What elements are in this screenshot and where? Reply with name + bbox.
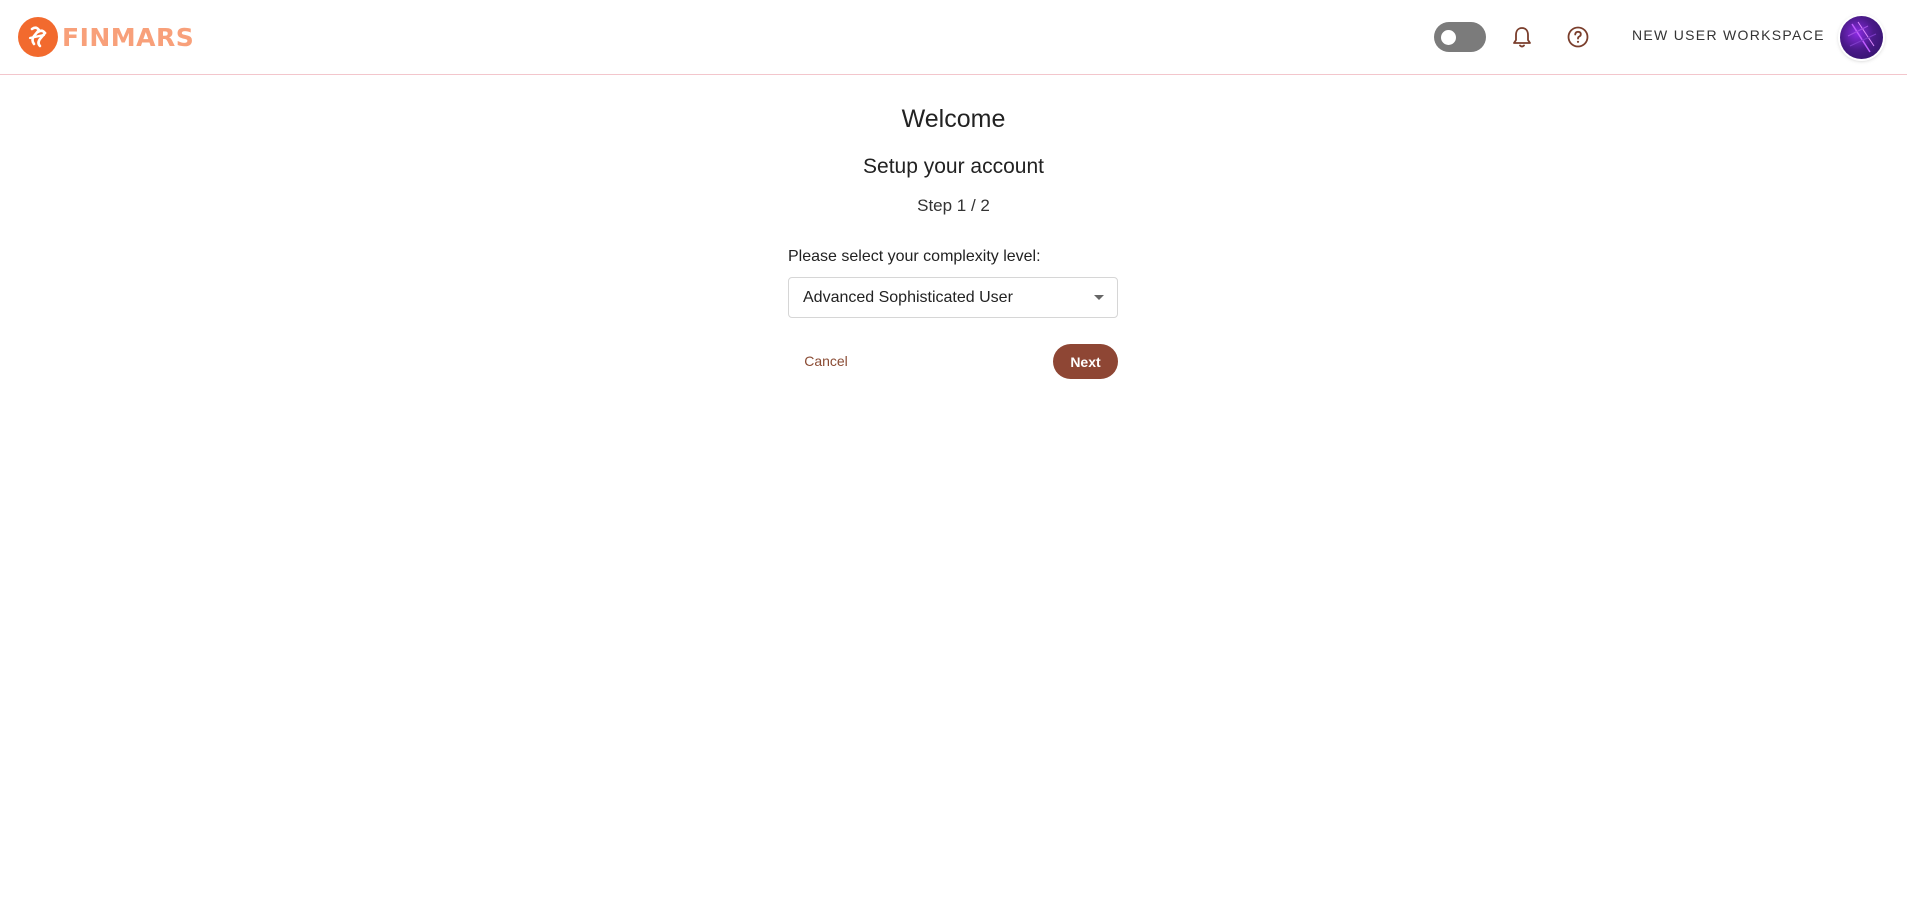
help-icon <box>1567 26 1589 48</box>
logo-icon <box>18 17 58 57</box>
toggle-knob <box>1441 30 1456 45</box>
complexity-select[interactable]: Advanced Sophisticated User <box>788 277 1118 318</box>
chevron-down-icon <box>1094 295 1104 300</box>
workspace-selector[interactable]: NEW USER WORKSPACE <box>1632 27 1825 43</box>
bell-icon <box>1513 27 1531 48</box>
complexity-select-value: Advanced Sophisticated User <box>803 289 1013 306</box>
next-button[interactable]: Next <box>1053 344 1118 379</box>
complexity-label: Please select your complexity level: <box>788 248 1041 265</box>
logo-text: FINMARS <box>62 22 195 52</box>
user-avatar[interactable] <box>1840 16 1883 59</box>
setup-subtitle: Setup your account <box>863 155 1044 178</box>
welcome-heading: Welcome <box>901 105 1006 133</box>
help-button[interactable] <box>1563 22 1593 52</box>
finmars-logo[interactable]: FINMARS <box>18 17 194 57</box>
top-bar: FINMARS NEW USER WORKSPACE <box>0 0 1907 75</box>
cancel-button[interactable]: Cancel <box>788 343 864 379</box>
notifications-button[interactable] <box>1507 22 1537 52</box>
theme-toggle[interactable] <box>1434 22 1486 52</box>
step-indicator: Step 1 / 2 <box>917 196 990 215</box>
